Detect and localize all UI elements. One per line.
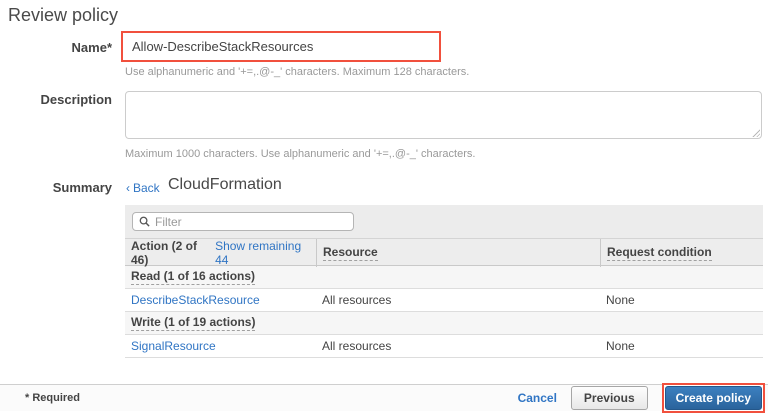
name-annotation-highlight (121, 31, 441, 62)
chevron-left-icon: ‹ (126, 181, 130, 195)
filter-placeholder: Filter (155, 215, 182, 229)
required-note: * Required (25, 392, 80, 404)
back-link-label: Back (133, 181, 160, 195)
policy-description-textarea[interactable] (125, 91, 762, 139)
create-policy-button[interactable]: Create policy (665, 386, 762, 410)
resource-column-header: Resource (316, 239, 600, 267)
filter-bar: Filter (125, 205, 763, 238)
policy-summary-table: Filter Action (2 of 46) Show remaining 4… (125, 205, 763, 358)
action-column-header: Action (2 of 46) Show remaining 44 (125, 239, 316, 267)
request-condition-column-label: Request condition (607, 245, 712, 261)
name-help-text: Use alphanumeric and '+=,.@-_' character… (125, 66, 469, 78)
footer-actions: Cancel Previous Create policy (518, 383, 765, 413)
request-condition-column-header: Request condition (600, 239, 763, 267)
write-group-row: Write (1 of 19 actions) (125, 312, 763, 335)
request-condition-cell: None (600, 335, 763, 357)
request-condition-cell: None (600, 289, 763, 311)
footer-action-bar: * Required Cancel Previous Create policy (0, 384, 768, 411)
description-help-text: Maximum 1000 characters. Use alphanumeri… (125, 148, 475, 160)
resource-cell: All resources (316, 335, 600, 357)
read-group-row: Read (1 of 16 actions) (125, 266, 763, 289)
table-row: DescribeStackResource All resources None (125, 289, 763, 312)
policy-name-input[interactable] (123, 33, 439, 60)
table-header-row: Action (2 of 46) Show remaining 44 Resou… (125, 238, 763, 266)
read-group-label: Read (1 of 16 actions) (131, 269, 255, 285)
cancel-link[interactable]: Cancel (518, 391, 557, 405)
table-row: SignalResource All resources None (125, 335, 763, 358)
previous-button[interactable]: Previous (571, 386, 648, 410)
review-policy-page: Review policy Name* Use alphanumeric and… (0, 0, 768, 415)
summary-label: Summary (0, 180, 112, 195)
resource-column-label: Resource (323, 245, 378, 261)
show-remaining-link[interactable]: Show remaining 44 (215, 239, 310, 267)
name-label: Name* (0, 40, 112, 55)
action-column-label: Action (2 of 46) (131, 239, 211, 267)
page-title: Review policy (8, 5, 118, 26)
signal-resource-link[interactable]: SignalResource (131, 339, 216, 353)
back-link[interactable]: ‹Back (126, 181, 160, 195)
describe-stack-resource-link[interactable]: DescribeStackResource (131, 293, 260, 307)
resource-cell: All resources (316, 289, 600, 311)
service-name-heading: CloudFormation (168, 176, 282, 194)
filter-input[interactable]: Filter (132, 212, 354, 231)
write-group-label: Write (1 of 19 actions) (131, 315, 255, 331)
create-policy-annotation-highlight: Create policy (662, 383, 765, 413)
search-icon (139, 216, 150, 227)
description-label: Description (0, 92, 112, 107)
textarea-resize-handle-icon[interactable] (751, 128, 760, 137)
